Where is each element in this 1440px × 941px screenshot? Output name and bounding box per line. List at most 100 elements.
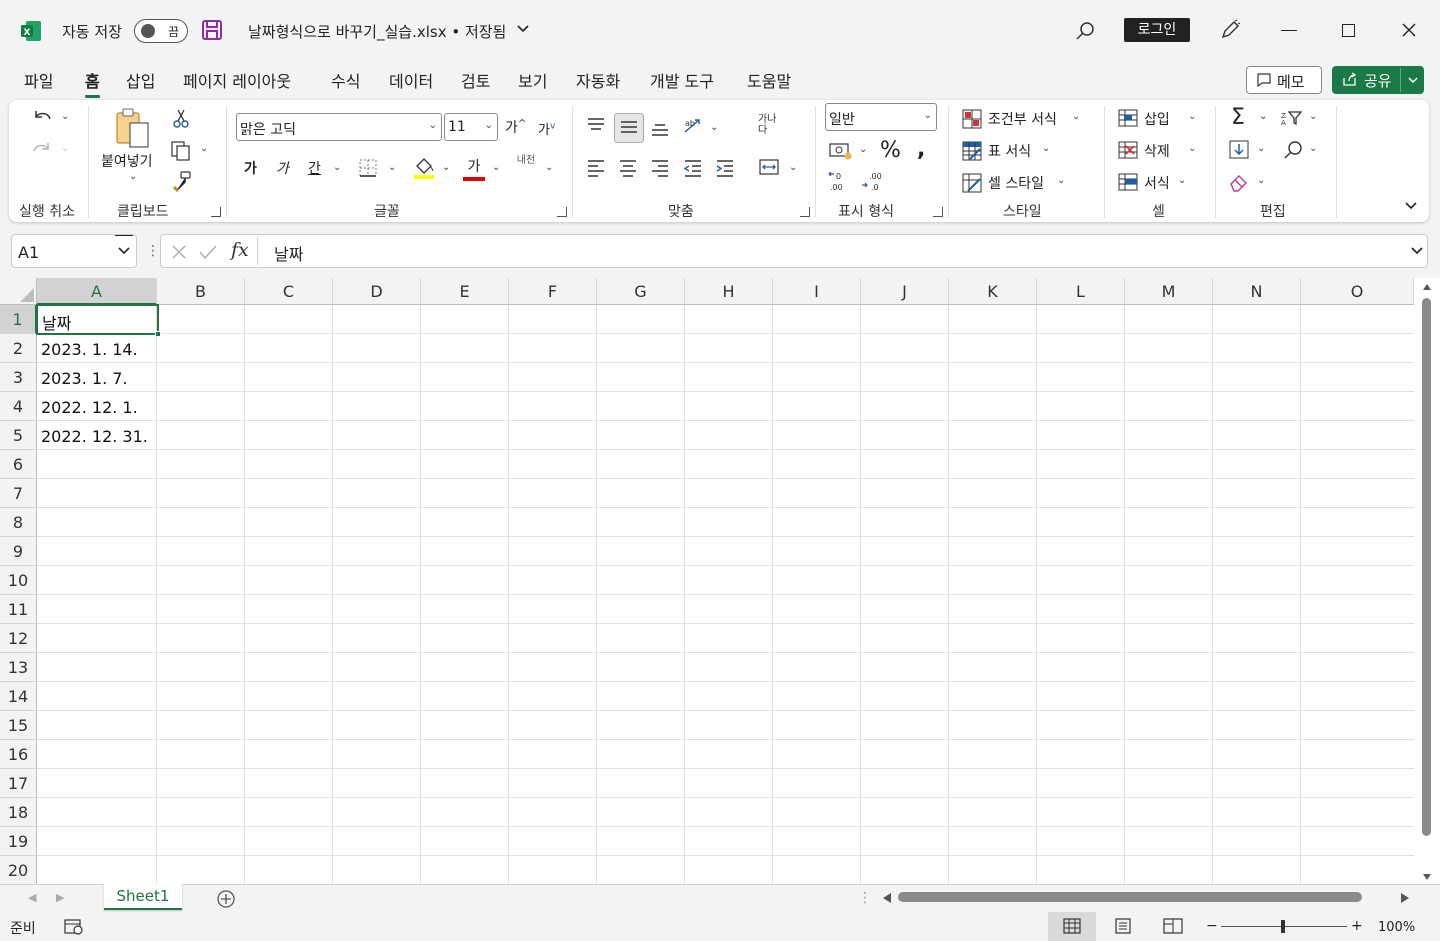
- align-middle-button[interactable]: [614, 113, 644, 143]
- row-header-10[interactable]: 10: [0, 566, 37, 595]
- select-all-button[interactable]: [0, 278, 37, 305]
- tab-file[interactable]: 파일: [24, 68, 53, 92]
- row-header-19[interactable]: 19: [0, 827, 37, 856]
- find-select-icon[interactable]: [1283, 140, 1303, 160]
- scissors-icon[interactable]: [172, 108, 190, 130]
- tab-view[interactable]: 보기: [518, 68, 547, 92]
- undo-icon[interactable]: [31, 107, 53, 129]
- cell-a2[interactable]: 2023. 1. 14.: [41, 340, 138, 359]
- clear-icon[interactable]: [1229, 172, 1251, 192]
- row-header-13[interactable]: 13: [0, 653, 37, 682]
- column-header-b[interactable]: B: [157, 278, 245, 305]
- row-header-12[interactable]: 12: [0, 624, 37, 653]
- column-header-f[interactable]: F: [509, 278, 597, 305]
- page-break-view-icon[interactable]: [1163, 918, 1183, 934]
- tab-home[interactable]: 홈: [85, 68, 100, 98]
- column-header-m[interactable]: M: [1125, 278, 1213, 305]
- row-header-6[interactable]: 6: [0, 450, 37, 479]
- row-header-9[interactable]: 9: [0, 537, 37, 566]
- column-header-l[interactable]: L: [1037, 278, 1125, 305]
- chevron-down-icon[interactable]: [517, 25, 529, 33]
- underline-button[interactable]: 간: [308, 158, 321, 178]
- prev-sheet-icon[interactable]: ◀: [28, 891, 36, 904]
- column-header-k[interactable]: K: [949, 278, 1037, 305]
- normal-view-button[interactable]: [1048, 912, 1096, 941]
- worksheet-grid[interactable]: [0, 278, 1440, 884]
- borders-icon[interactable]: [358, 158, 378, 178]
- format-painter-icon[interactable]: [171, 170, 193, 192]
- chevron-down-icon[interactable]: ⌄: [442, 162, 450, 173]
- column-header-h[interactable]: H: [685, 278, 773, 305]
- chevron-down-icon[interactable]: ⌄: [1257, 143, 1265, 154]
- formula-bar-grip-icon[interactable]: ⋮: [146, 243, 160, 259]
- chevron-down-icon[interactable]: [1411, 247, 1423, 255]
- decrease-decimal-icon[interactable]: .00.0: [861, 170, 885, 192]
- zoom-slider-thumb[interactable]: [1281, 920, 1285, 933]
- percent-style-button[interactable]: %: [880, 138, 901, 163]
- fill-color-icon[interactable]: [413, 156, 435, 180]
- tab-split-grip-icon[interactable]: ⋮: [858, 890, 872, 906]
- number-format-select[interactable]: 일반 ⌄: [825, 103, 937, 131]
- column-header-j[interactable]: J: [861, 278, 949, 305]
- file-title[interactable]: 날짜형식으로 바꾸기_실습.xlsx • 저장됨: [248, 21, 506, 42]
- align-center-icon[interactable]: [618, 158, 638, 178]
- chevron-down-icon[interactable]: ⌄: [859, 144, 867, 155]
- bold-button[interactable]: 가: [244, 158, 257, 178]
- column-header-d[interactable]: D: [333, 278, 421, 305]
- chevron-down-icon[interactable]: [1408, 77, 1418, 84]
- align-bottom-icon[interactable]: [650, 118, 670, 138]
- alignment-launcher-icon[interactable]: [800, 207, 810, 217]
- zoom-out-button[interactable]: −: [1206, 918, 1218, 934]
- accessibility-icon[interactable]: [64, 919, 84, 935]
- autosave-toggle[interactable]: 끔: [134, 19, 188, 43]
- row-header-5[interactable]: 5: [0, 421, 37, 450]
- cell-a5[interactable]: 2022. 12. 31.: [41, 427, 148, 446]
- row-header-7[interactable]: 7: [0, 479, 37, 508]
- clipboard-launcher-icon[interactable]: [211, 207, 221, 217]
- copy-icon[interactable]: [170, 140, 192, 162]
- decrease-indent-icon[interactable]: [683, 158, 703, 178]
- chevron-down-icon[interactable]: ⌄: [333, 162, 341, 173]
- page-layout-view-icon[interactable]: [1114, 918, 1132, 934]
- chevron-down-icon[interactable]: ⌄: [388, 162, 396, 173]
- row-header-18[interactable]: 18: [0, 798, 37, 827]
- row-header-4[interactable]: 4: [0, 392, 37, 421]
- name-box[interactable]: A1: [11, 234, 137, 268]
- column-header-c[interactable]: C: [245, 278, 333, 305]
- autosum-icon[interactable]: Σ: [1231, 105, 1245, 130]
- font-launcher-icon[interactable]: [557, 207, 567, 217]
- chevron-down-icon[interactable]: ⌄: [789, 162, 797, 173]
- tab-data[interactable]: 데이터: [389, 68, 433, 92]
- italic-button[interactable]: 가: [276, 158, 289, 178]
- increase-indent-icon[interactable]: [715, 158, 735, 178]
- column-header-e[interactable]: E: [421, 278, 509, 305]
- fill-handle[interactable]: [155, 331, 161, 337]
- sort-filter-icon[interactable]: ZA: [1281, 108, 1303, 128]
- accounting-format-icon[interactable]: [829, 142, 853, 160]
- row-header-1[interactable]: 1: [0, 305, 37, 334]
- cancel-icon[interactable]: [171, 244, 187, 260]
- cell-a4[interactable]: 2022. 12. 1.: [41, 398, 138, 417]
- paste-button[interactable]: 붙여넣기: [101, 151, 153, 171]
- save-icon[interactable]: [201, 19, 223, 41]
- orientation-icon[interactable]: ab: [683, 116, 705, 136]
- memo-button[interactable]: 메모: [1246, 66, 1322, 94]
- merge-center-icon[interactable]: [758, 157, 780, 177]
- row-header-17[interactable]: 17: [0, 769, 37, 798]
- share-button[interactable]: 공유: [1332, 66, 1424, 94]
- vertical-scrollbar[interactable]: [1414, 278, 1440, 884]
- cell-a3[interactable]: 2023. 1. 7.: [41, 369, 128, 388]
- tab-review[interactable]: 검토: [461, 68, 490, 92]
- chevron-down-icon[interactable]: [118, 247, 130, 255]
- paste-icon[interactable]: [114, 107, 152, 149]
- row-header-20[interactable]: 20: [0, 856, 37, 885]
- maximize-button[interactable]: [1342, 24, 1355, 37]
- font-color-icon[interactable]: 가: [463, 156, 485, 181]
- next-sheet-icon[interactable]: ▶: [56, 891, 64, 904]
- tab-developer[interactable]: 개발 도구: [650, 68, 714, 92]
- column-header-g[interactable]: G: [597, 278, 685, 305]
- redo-icon[interactable]: [31, 139, 53, 161]
- row-header-2[interactable]: 2: [0, 334, 37, 363]
- grow-font-button[interactable]: 가^: [505, 117, 526, 137]
- align-right-icon[interactable]: [650, 158, 670, 178]
